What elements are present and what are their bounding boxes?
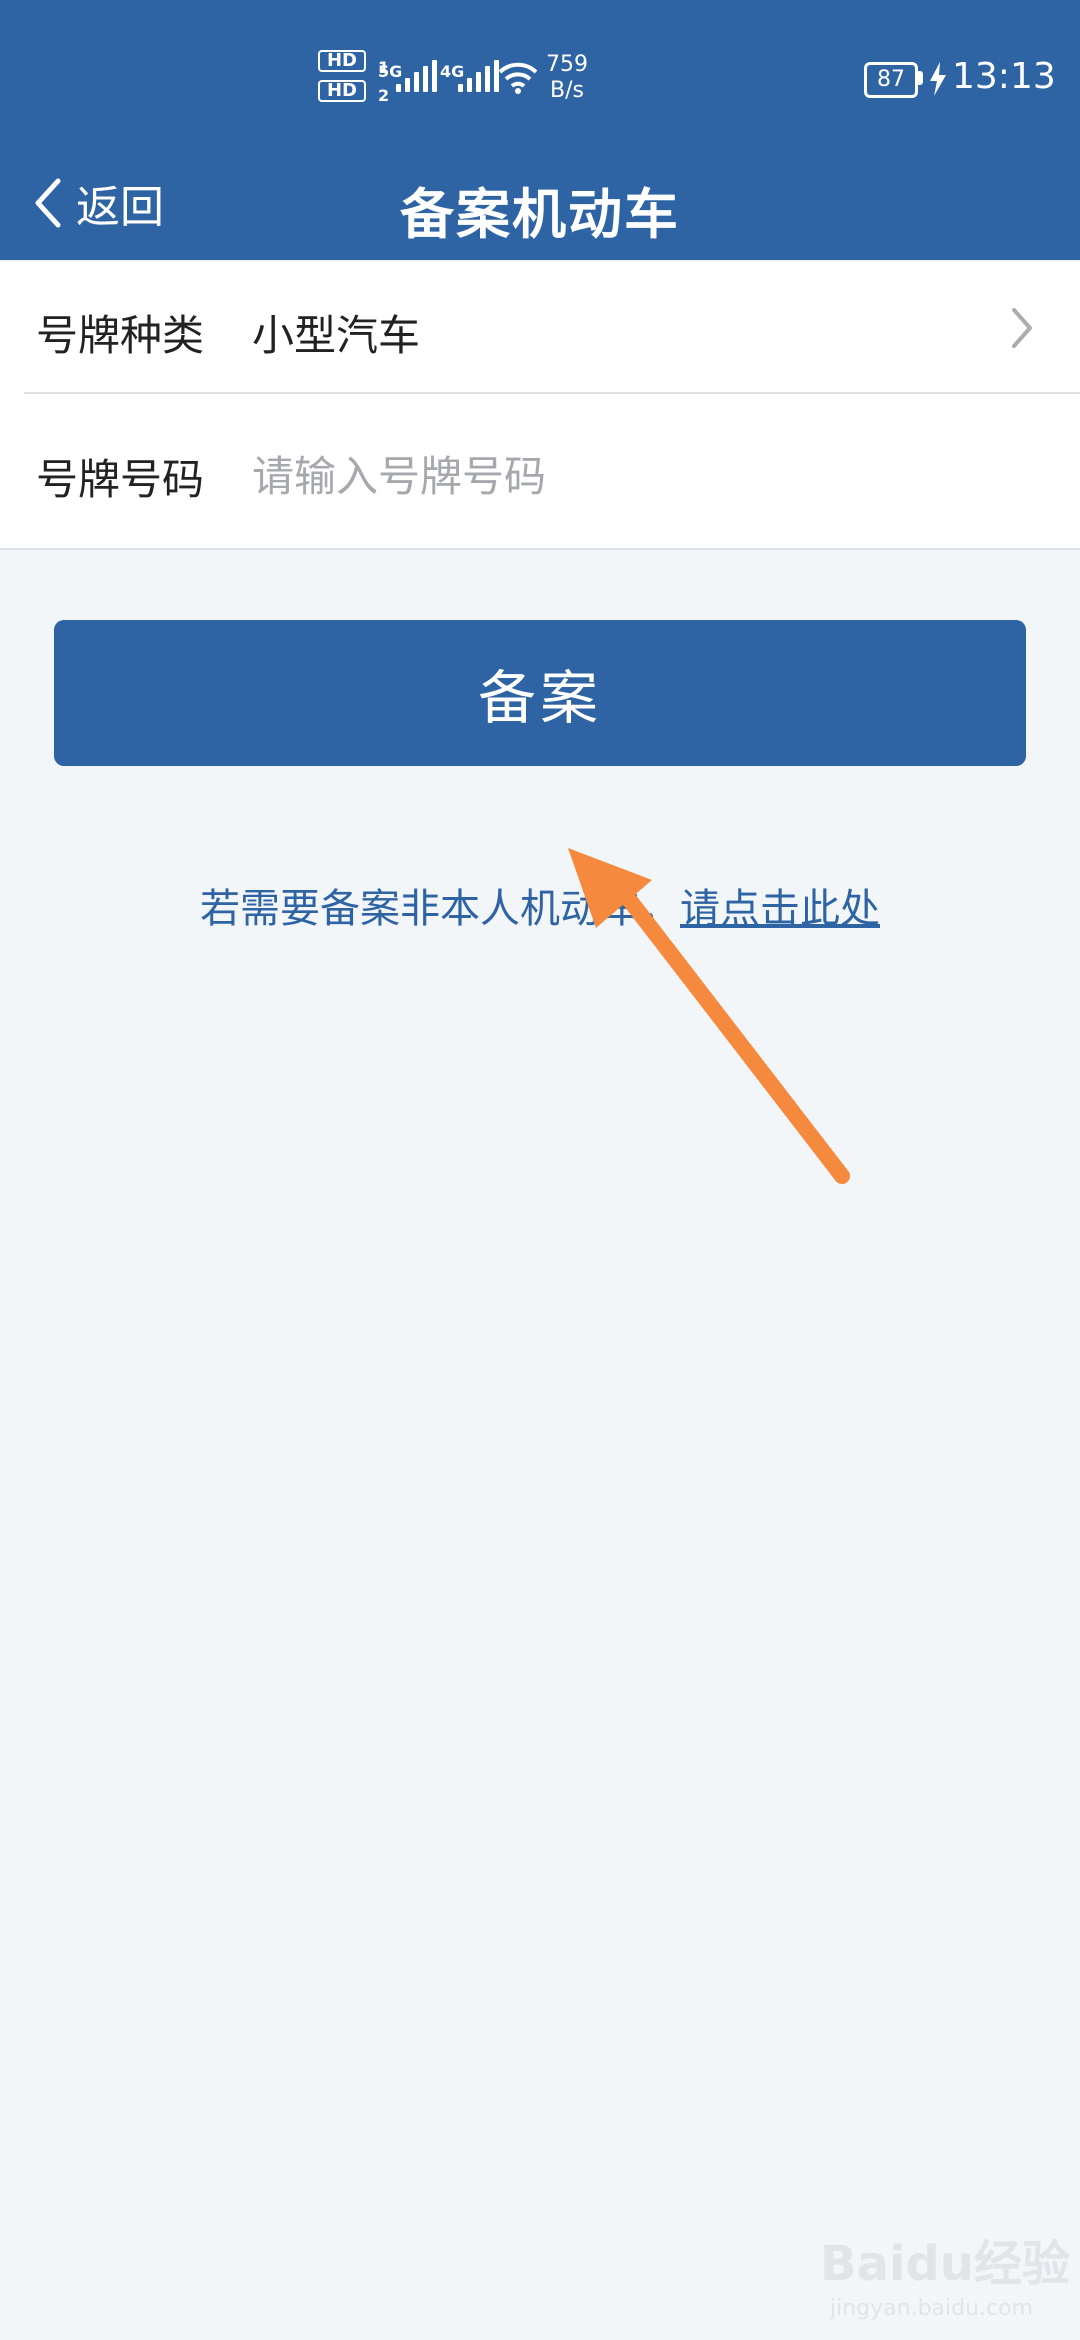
vehicle-form: 号牌种类 小型汽车 号牌号码 — [0, 262, 1080, 550]
sim2-label: 2 — [378, 86, 390, 105]
network-speed: 759 B/s — [546, 52, 588, 104]
plate-type-label: 号牌种类 — [36, 310, 205, 360]
baidu-watermark: Baidu经验 — [820, 2236, 1070, 2292]
charging-icon — [930, 62, 946, 96]
app-header: HD HD 1 2 5G 4G 759 B/s 87 13:13 返回 备案机动… — [0, 0, 1080, 260]
row-divider — [24, 392, 1080, 394]
plate-type-row[interactable]: 号牌种类 小型汽车 — [0, 262, 1080, 402]
speed-value: 759 — [546, 52, 588, 77]
page-title: 备案机动车 — [400, 183, 680, 246]
battery-icon: 87 — [864, 62, 918, 98]
other-owner-note: 若需要备案非本人机动车，请点击此处 — [0, 876, 1080, 934]
status-bar: HD HD 1 2 5G 4G 759 B/s 87 13:13 — [0, 0, 1080, 150]
hd2-badge: HD — [318, 80, 366, 102]
plate-number-label: 号牌号码 — [36, 454, 205, 504]
clock: 13:13 — [952, 56, 1056, 97]
plate-type-value: 小型汽车 — [252, 310, 421, 360]
nav-bar: 返回 备案机动车 — [0, 150, 1080, 260]
battery-tip — [918, 71, 923, 85]
speed-unit: B/s — [550, 78, 584, 103]
register-button[interactable]: 备案 — [54, 620, 1026, 766]
plate-number-row: 号牌号码 — [0, 406, 1080, 546]
hd-indicators: HD HD — [318, 50, 368, 110]
plate-number-input[interactable] — [252, 436, 1032, 516]
chevron-right-icon — [1012, 308, 1032, 348]
watermark-url: jingyan.baidu.com — [830, 2296, 1034, 2321]
battery-level: 87 — [877, 67, 905, 92]
hd1-badge: HD — [318, 50, 366, 72]
annotation-arrow-icon — [568, 848, 850, 1184]
signal-1-icon — [396, 60, 437, 92]
signal-2-icon — [458, 60, 499, 92]
wifi-icon — [498, 62, 538, 94]
